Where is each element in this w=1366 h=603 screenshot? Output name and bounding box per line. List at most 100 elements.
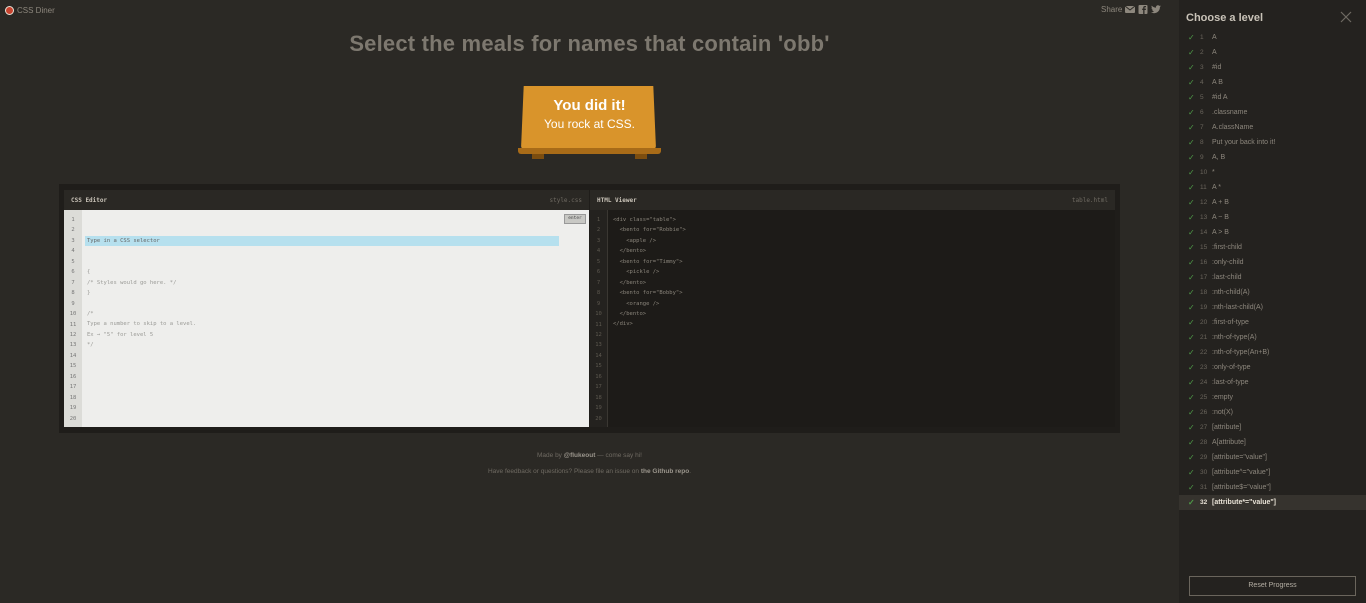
level-item-22[interactable]: ✓ 22:nth-of-type(An+B) [1179, 345, 1366, 360]
level-item-18[interactable]: ✓ 18:nth-child(A) [1179, 285, 1366, 300]
success-subheading: You rock at CSS. [544, 117, 635, 131]
level-label: [attribute$="value"] [1212, 484, 1271, 491]
level-number: 7 [1200, 124, 1204, 131]
level-number: 2 [1200, 49, 1204, 56]
level-number: 30 [1200, 469, 1208, 476]
share-label: Share [1101, 5, 1123, 14]
level-number: 9 [1200, 154, 1204, 161]
checkmark-icon: ✓ [1188, 198, 1195, 207]
level-item-16[interactable]: ✓ 16:only-child [1179, 255, 1366, 270]
css-selector-input[interactable]: Type in a CSS selector [85, 235, 559, 247]
level-item-26[interactable]: ✓ 26:not(X) [1179, 405, 1366, 420]
level-item-28[interactable]: ✓ 28 A[attribute] [1179, 435, 1366, 450]
checkmark-icon: ✓ [1188, 408, 1195, 417]
level-item-14[interactable]: ✓ 14 A > B [1179, 225, 1366, 240]
level-item-31[interactable]: ✓ 31 [attribute$="value"] [1179, 480, 1366, 495]
level-number: 24 [1200, 379, 1208, 386]
line-number: 7 [71, 279, 75, 286]
level-item-25[interactable]: ✓ 25:empty [1179, 390, 1366, 405]
level-label: A [1212, 34, 1217, 41]
level-item-29[interactable]: ✓ 29 [attribute="value"] [1179, 450, 1366, 465]
level-number: 21 [1200, 334, 1208, 341]
author-link[interactable]: @flukeout [564, 452, 596, 459]
checkmark-icon: ✓ [1188, 378, 1195, 387]
html-line-numbers: 1 2 3 4 5 6 7 8 9 10 11 12 13 14 15 16 17 18 19 20 [590, 210, 608, 427]
level-item-2[interactable]: ✓ 2 A [1179, 45, 1366, 60]
level-number: 29 [1200, 454, 1208, 461]
github-link[interactable]: the Github repo [641, 468, 689, 475]
checkmark-icon: ✓ [1188, 213, 1195, 222]
html-viewer: HTML Viewer table.html 1 2 3 4 5 6 7 8 9 10 11 12 13… [590, 190, 1115, 427]
level-item-13[interactable]: ✓ 13 A ~ B [1179, 210, 1366, 225]
checkmark-icon: ✓ [1188, 183, 1195, 192]
level-item-8[interactable]: ✓ 8 Put your back into it! [1179, 135, 1366, 150]
level-item-17[interactable]: ✓ 17:last-child [1179, 270, 1366, 285]
line-number: 10 [595, 311, 602, 318]
line-number: 7 [596, 279, 601, 286]
level-label: :not(X) [1212, 409, 1234, 416]
checkmark-icon: ✓ [1188, 138, 1195, 147]
reset-progress-button[interactable]: Reset Progress [1189, 576, 1356, 596]
level-item-10[interactable]: ✓ 10 * [1179, 165, 1366, 180]
enter-button[interactable]: enter [564, 214, 586, 224]
level-item-7[interactable]: ✓ 7 A.className [1179, 120, 1366, 135]
level-item-9[interactable]: ✓ 9 A, B [1179, 150, 1366, 165]
level-item-6[interactable]: ✓ 6 .classname [1179, 105, 1366, 120]
checkmark-icon: ✓ [1188, 168, 1195, 177]
mail-icon[interactable] [1125, 5, 1136, 14]
level-number: 8 [1200, 139, 1204, 146]
close-icon[interactable] [1340, 11, 1352, 23]
twitter-icon[interactable] [1151, 5, 1162, 14]
checkmark-icon: ✓ [1188, 258, 1195, 267]
brand[interactable]: CSS Diner [5, 5, 55, 15]
level-label: :nth-of-type(An+B) [1212, 349, 1270, 356]
level-label: .classname [1212, 109, 1248, 116]
code-line: <bento for="Timmy"> [613, 258, 683, 265]
level-list: ✓ 1 A ✓ 2 A ✓ 3 #id ✓ 4 A B ✓ 5 #id A ✓ 6 .classname ✓ 7 A.c… [1179, 30, 1366, 510]
level-label: :nth-of-type(A) [1212, 334, 1257, 341]
level-item-27[interactable]: ✓ 27 [attribute] [1179, 420, 1366, 435]
line-number: 10 [69, 311, 77, 318]
level-item-5[interactable]: ✓ 5 #id A [1179, 90, 1366, 105]
level-label: A + B [1212, 199, 1229, 206]
code-line: <orange /> [613, 300, 660, 307]
level-item-4[interactable]: ✓ 4 A B [1179, 75, 1366, 90]
level-item-23[interactable]: ✓ 23:only-of-type [1179, 360, 1366, 375]
level-item-21[interactable]: ✓ 21:nth-of-type(A) [1179, 330, 1366, 345]
level-item-24[interactable]: ✓ 24:last-of-type [1179, 375, 1366, 390]
level-number: 28 [1200, 439, 1208, 446]
level-label: Put your back into it! [1212, 139, 1276, 146]
line-number: 15 [69, 363, 77, 370]
level-number: 5 [1200, 94, 1204, 101]
level-item-12[interactable]: ✓ 12 A + B [1179, 195, 1366, 210]
level-number: 12 [1200, 199, 1208, 206]
level-label: #id A [1212, 94, 1228, 101]
level-item-15[interactable]: ✓ 15:first-child [1179, 240, 1366, 255]
plate-leg [532, 154, 544, 159]
level-item-19[interactable]: ✓ 19:nth-last-child(A) [1179, 300, 1366, 315]
brand-name: CSS Diner [17, 5, 55, 15]
facebook-icon[interactable] [1138, 5, 1148, 14]
success-heading: You did it! [553, 97, 626, 114]
line-number: 14 [69, 352, 77, 359]
line-number: 16 [595, 373, 602, 380]
level-item-3[interactable]: ✓ 3 #id [1179, 60, 1366, 75]
checkmark-icon: ✓ [1188, 123, 1195, 132]
level-label: A ~ B [1212, 214, 1229, 221]
level-number: 6 [1200, 109, 1204, 116]
level-item-30[interactable]: ✓ 30 [attribute^="value"] [1179, 465, 1366, 480]
line-number: 12 [69, 331, 77, 338]
level-number: 11 [1200, 184, 1207, 191]
html-viewer-header: HTML Viewer table.html [590, 190, 1115, 210]
level-item-11[interactable]: ✓ 11 A * [1179, 180, 1366, 195]
checkmark-icon: ✓ [1188, 108, 1195, 117]
level-item-32[interactable]: ✓ 32 [attribute*="value"] [1179, 495, 1366, 510]
checkmark-icon: ✓ [1188, 423, 1195, 432]
code-line: </bento> [613, 248, 647, 255]
line-number: 19 [69, 405, 77, 412]
level-item-1[interactable]: ✓ 1 A [1179, 30, 1366, 45]
line-number: 20 [595, 415, 602, 422]
level-item-20[interactable]: ✓ 20:first-of-type [1179, 315, 1366, 330]
line-number: 17 [69, 384, 77, 391]
